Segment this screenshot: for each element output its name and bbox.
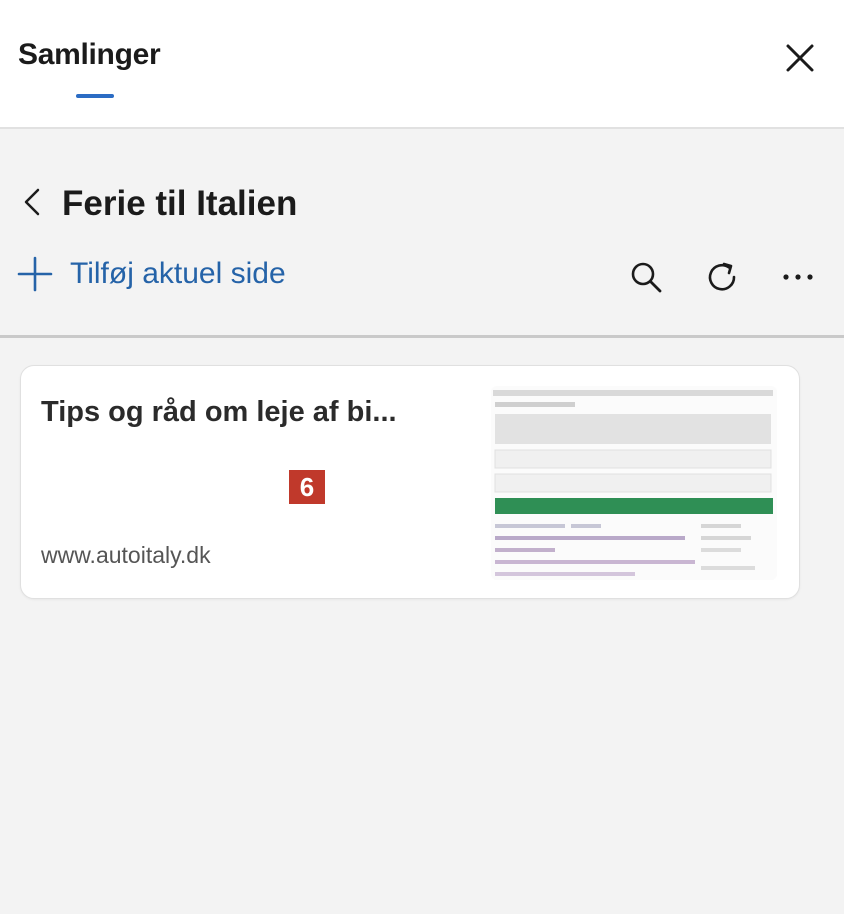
search-button[interactable] (626, 257, 666, 297)
item-url: www.autoitaly.dk (41, 542, 211, 568)
item-number-badge: 6 (289, 470, 325, 504)
more-options-button[interactable] (778, 257, 818, 297)
close-icon (786, 44, 814, 72)
panel-header: Samlinger (0, 0, 844, 129)
chevron-left-icon (24, 188, 40, 216)
add-current-page-button[interactable]: Tilføj aktuel side (16, 252, 286, 296)
search-icon (631, 262, 662, 293)
more-icon (783, 274, 813, 280)
close-button[interactable] (782, 40, 818, 76)
page-thumbnail (491, 386, 777, 580)
plus-icon (17, 256, 53, 292)
collection-item-card[interactable]: Tips og råd om leje af bi... www.autoita… (20, 365, 800, 599)
tab-active-indicator (76, 94, 114, 98)
add-current-page-label: Tilføj aktuel side (70, 257, 286, 290)
refresh-button[interactable] (702, 257, 742, 297)
tab-collections[interactable]: Samlinger (18, 38, 161, 72)
back-button[interactable] (18, 184, 46, 220)
collection-toolbar (0, 129, 844, 338)
refresh-icon (708, 262, 736, 291)
item-title: Tips og råd om leje af bi... (41, 396, 397, 428)
collection-title: Ferie til Italien (62, 184, 298, 223)
